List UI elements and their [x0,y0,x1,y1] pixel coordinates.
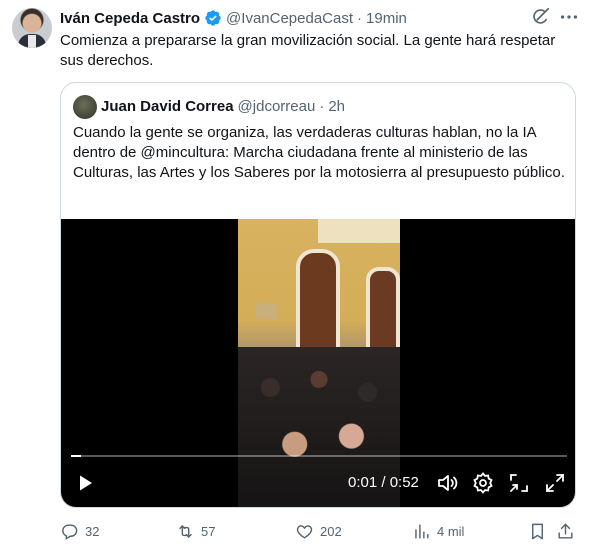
settings-icon[interactable] [471,471,495,495]
tweet-header: Iván Cepeda Castro @IvanCepedaCast · 19m… [60,8,407,28]
pip-icon[interactable] [507,471,531,495]
volume-icon[interactable] [435,471,459,495]
share-icon [558,523,573,539]
tweet-text: Comienza a prepararse la gran movilizaci… [60,32,556,69]
video-player[interactable]: 0:01 / 0:52 [61,219,575,507]
quote-author-handle[interactable]: @jdcorreau [238,98,316,115]
video-timecode: 0:01 / 0:52 [348,474,419,491]
verified-badge-icon[interactable] [204,9,222,27]
reply-icon [62,523,78,540]
avatar-shirt [28,35,36,48]
quote-time[interactable]: 2h [328,98,345,115]
repost-button[interactable]: 57 [176,520,215,542]
quote-header: Juan David Correa @jdcorreau · 2h [101,96,345,116]
like-count: 202 [320,523,342,539]
like-icon [296,524,313,539]
more-icon[interactable] [558,6,580,28]
author-handle[interactable]: @IvanCepedaCast [226,10,353,27]
share-button[interactable] [556,520,581,542]
separator-dot: · [357,9,363,27]
bookmark-button[interactable] [528,520,553,542]
quoted-tweet[interactable]: Juan David Correa @jdcorreau · 2h Cuando… [60,82,576,508]
reply-count: 32 [85,523,100,539]
play-icon[interactable] [73,471,97,495]
quote-text: Cuando la gente se organiza, las verdade… [73,124,565,181]
repost-count: 57 [201,523,216,539]
author-avatar[interactable] [12,8,52,48]
grok-icon[interactable] [529,6,551,28]
frame-building-ledge [318,219,400,243]
quote-author-avatar[interactable] [73,95,97,119]
tweet-time[interactable]: 19min [366,10,407,27]
views-icon [415,523,429,539]
tweet-actions: 32 57 202 4 mil [60,520,580,544]
views-button[interactable]: 4 mil [412,520,464,542]
repost-icon [179,524,192,538]
author-name[interactable]: Iván Cepeda Castro [60,10,200,27]
tweet[interactable]: Iván Cepeda Castro @IvanCepedaCast · 19m… [0,0,597,544]
frame-plaque [256,303,278,319]
video-progress-fill [71,455,81,457]
video-frame [238,219,400,507]
reply-button[interactable]: 32 [60,520,99,542]
quote-author-name[interactable]: Juan David Correa [101,98,234,115]
like-button[interactable]: 202 [295,520,342,542]
views-count: 4 mil [437,523,465,539]
fullscreen-icon[interactable] [543,471,567,495]
bookmark-icon [532,523,543,539]
quote-separator-dot: · [319,97,325,115]
video-progress-bar[interactable] [71,455,567,457]
